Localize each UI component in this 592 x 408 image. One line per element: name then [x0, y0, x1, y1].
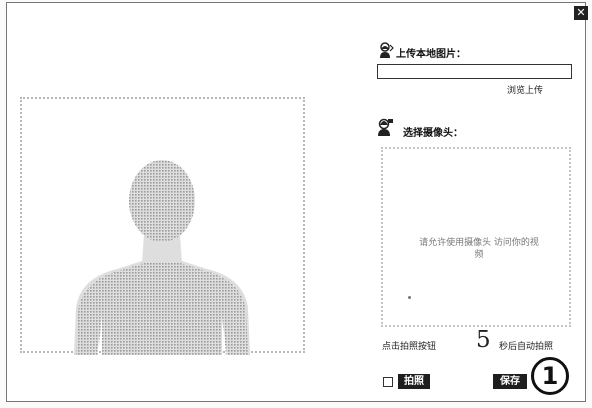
save-button[interactable]: 保存 — [493, 374, 527, 389]
camera-user-icon — [378, 118, 393, 136]
option-checkbox[interactable] — [383, 377, 393, 387]
camera-dot — [408, 296, 411, 299]
callout-marker: 1 — [531, 357, 569, 395]
camera-select-label: 选择摄像头： — [403, 128, 463, 139]
close-button[interactable]: ✕ — [574, 6, 588, 20]
avatar-preview — [20, 97, 305, 355]
file-path-input[interactable] — [377, 64, 572, 79]
person-silhouette-icon — [74, 160, 250, 355]
countdown-suffix: 秒后自动拍照 — [499, 342, 554, 352]
upload-local-label: 上传本地图片： — [396, 49, 466, 60]
close-icon: ✕ — [576, 6, 586, 19]
user-avatar-icon — [380, 42, 394, 58]
camera-message: 请允许使用摄像头 访问你的视频 — [419, 238, 539, 260]
countdown-number: 5 — [476, 327, 491, 353]
camera-view: 请允许使用摄像头 访问你的视频 — [381, 147, 571, 327]
browse-upload-link[interactable]: 浏览上传 — [507, 83, 543, 96]
click-photo-hint: 点击拍照按钮 — [382, 342, 437, 352]
take-photo-button[interactable]: 拍照 — [398, 374, 430, 389]
